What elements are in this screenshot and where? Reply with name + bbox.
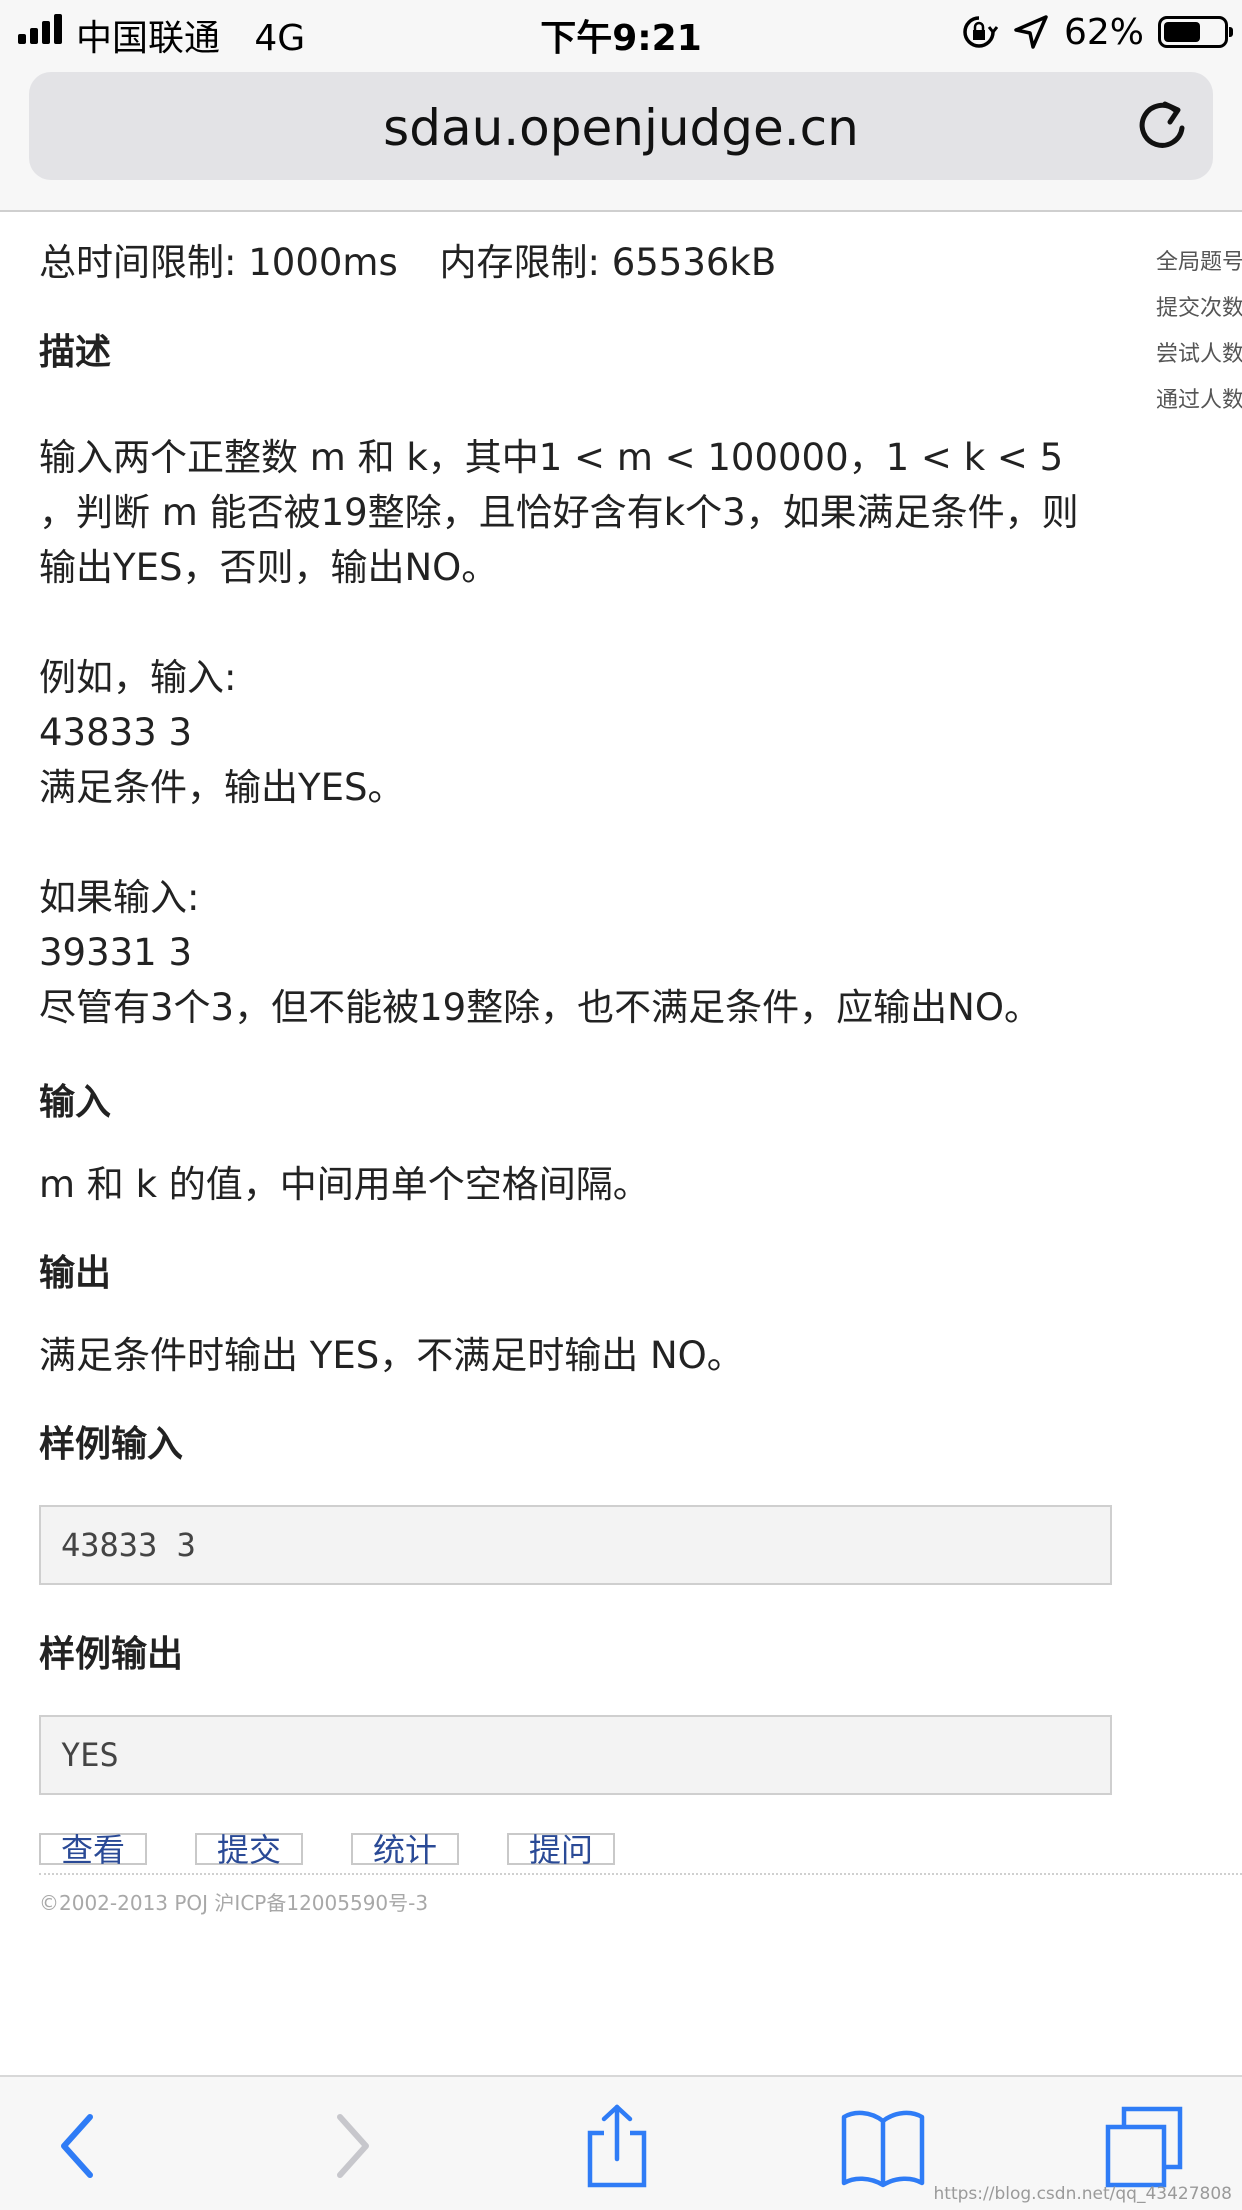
battery-level bbox=[1164, 22, 1200, 42]
address-bar[interactable]: sdau.openjudge.cn bbox=[29, 72, 1213, 180]
stat-submissions-label: 提交次数 bbox=[1156, 296, 1242, 321]
output-description: 满足条件时输出 YES，不满足时输出 NO。 bbox=[39, 1334, 744, 1377]
description-text: 输入两个正整数 m 和 k，其中1 < m < 100000，1 < k < 5… bbox=[39, 430, 1114, 1035]
input-heading: 输入 bbox=[39, 1082, 112, 1123]
example-line: 满足条件，输出YES。 bbox=[39, 766, 405, 809]
battery-icon bbox=[1158, 16, 1233, 48]
forward-icon[interactable] bbox=[328, 2103, 378, 2189]
rotation-lock-icon bbox=[963, 16, 998, 48]
description-line: 输出YES，否则，输出NO。 bbox=[39, 546, 499, 589]
memory-limit-value: 65536kB bbox=[611, 241, 777, 284]
footer-divider bbox=[39, 1873, 1242, 1875]
location-icon bbox=[1014, 15, 1048, 49]
browser-toolbar: https://blog.csdn.net/qq_43427808 bbox=[0, 2075, 1242, 2210]
problem-content: 总时间限制: 1000ms 内存限制: 65536kB 描述 输入两个正整数 m… bbox=[39, 215, 1242, 1916]
battery-percent: 62% bbox=[1063, 11, 1144, 53]
bookmarks-icon[interactable] bbox=[840, 2103, 926, 2189]
problem-stats-panel: 全局题号 提交次数 尝试人数 通过人数 bbox=[1156, 240, 1242, 424]
back-icon[interactable] bbox=[52, 2103, 102, 2189]
sample-output-heading: 样例输出 bbox=[39, 1634, 184, 1675]
status-right-group: 62% bbox=[960, 10, 1233, 54]
stat-global-id-label: 全局题号 bbox=[1156, 250, 1242, 275]
footer-copyright: ©2002-2013 POJ 沪ICP备12005590号-3 bbox=[39, 1891, 429, 1915]
share-icon[interactable] bbox=[582, 2103, 652, 2189]
example-line: 如果输入: bbox=[39, 876, 200, 919]
stat-accepted-label: 通过人数 bbox=[1156, 388, 1242, 413]
sample-output-box: YES bbox=[39, 1715, 1112, 1795]
view-button[interactable]: 查看 bbox=[39, 1833, 147, 1866]
watermark: https://blog.csdn.net/qq_43427808 bbox=[933, 2184, 1232, 2204]
sample-input-heading: 样例输入 bbox=[39, 1424, 184, 1465]
example-line: 例如，输入: bbox=[39, 656, 237, 699]
ask-button[interactable]: 提问 bbox=[507, 1833, 615, 1866]
submit-button[interactable]: 提交 bbox=[195, 1833, 303, 1866]
description-heading: 描述 bbox=[39, 332, 112, 373]
reload-icon[interactable] bbox=[1135, 98, 1191, 154]
browser-top-chrome: 中国联通 4G 下午9:21 62% sdau.openjudge.cn bbox=[0, 0, 1242, 212]
status-bar: 中国联通 4G 下午9:21 62% bbox=[0, 0, 1242, 64]
time-limit-value: 1000ms bbox=[248, 241, 398, 284]
description-line: ，判断 m 能否被19整除，且恰好含有k个3，如果满足条件，则 bbox=[39, 491, 1079, 534]
action-links: 查看 提交 统计 提问 bbox=[39, 1833, 1114, 1866]
stat-attempts-label: 尝试人数 bbox=[1156, 342, 1242, 367]
tabs-icon[interactable] bbox=[1104, 2103, 1184, 2189]
example-line: 43833 3 bbox=[39, 711, 193, 754]
memory-limit-label: 内存限制: bbox=[439, 241, 600, 284]
time-limit-label: 总时间限制: bbox=[39, 241, 237, 284]
url-text[interactable]: sdau.openjudge.cn bbox=[29, 99, 1213, 157]
description-line: 输入两个正整数 m 和 k，其中1 < m < 100000，1 < k < 5 bbox=[39, 436, 1064, 479]
example-line: 39331 3 bbox=[39, 931, 193, 974]
sample-input-box: 43833 3 bbox=[39, 1505, 1112, 1585]
example-line: 尽管有3个3，但不能被19整除，也不满足条件，应输出NO。 bbox=[39, 986, 1041, 1029]
output-heading: 输出 bbox=[39, 1253, 112, 1294]
statistics-button[interactable]: 统计 bbox=[351, 1833, 459, 1866]
input-description: m 和 k 的值，中间用单个空格间隔。 bbox=[39, 1163, 650, 1206]
limits-line: 总时间限制: 1000ms 内存限制: 65536kB bbox=[39, 235, 1114, 291]
